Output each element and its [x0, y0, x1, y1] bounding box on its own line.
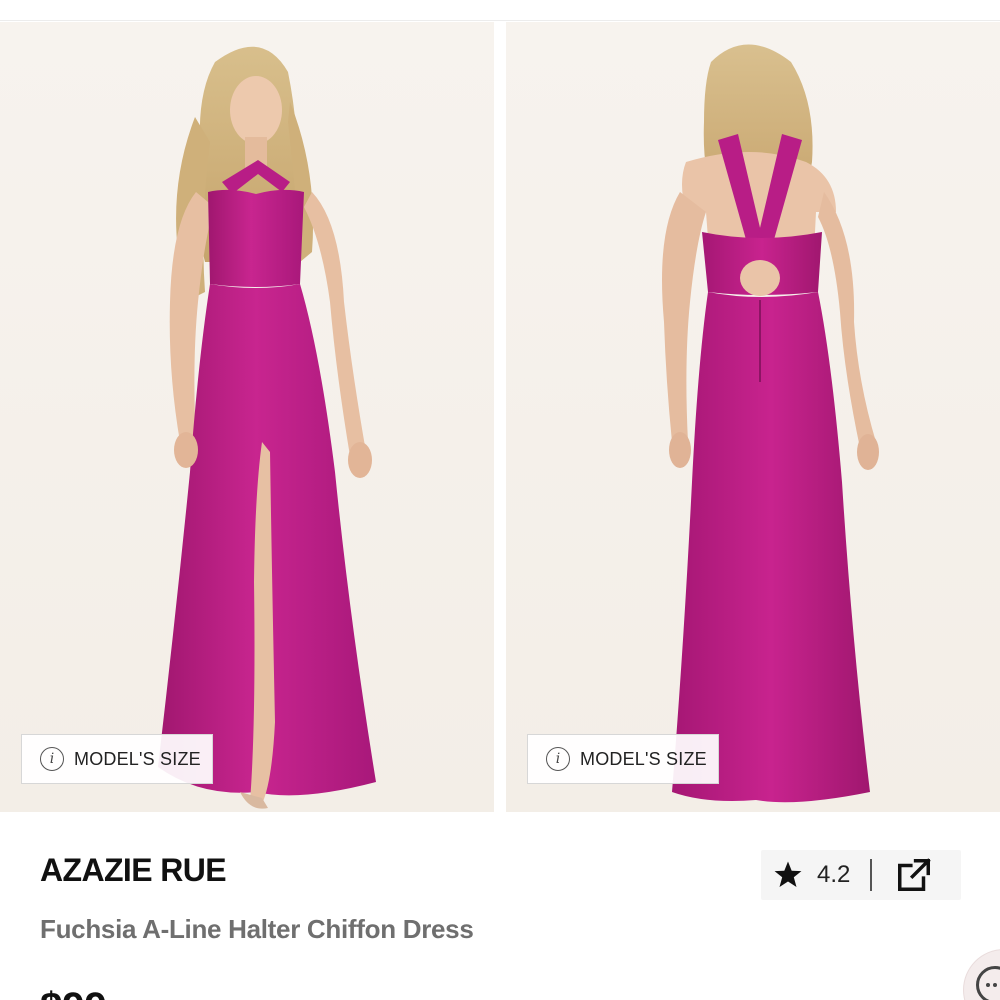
rating-divider: [870, 859, 873, 891]
brand-name: AZAZIE RUE: [40, 852, 227, 888]
share-icon[interactable]: [894, 855, 934, 895]
front-view-illustration: [158, 46, 376, 809]
product-price: $99: [40, 985, 107, 1000]
model-size-label: MODEL'S SIZE: [580, 748, 707, 769]
model-size-button[interactable]: i MODEL'S SIZE: [527, 734, 719, 784]
rating-value[interactable]: 4.2: [817, 861, 850, 889]
info-icon: i: [40, 747, 64, 771]
model-size-button[interactable]: i MODEL'S SIZE: [21, 734, 213, 784]
star-icon: [771, 858, 805, 892]
chat-button[interactable]: [964, 950, 1000, 1000]
image-gallery: i MODEL'S SIZE i MODEL'S SIZE: [0, 22, 1000, 812]
back-view-illustration: [662, 44, 879, 803]
chat-icon: [976, 966, 1000, 1000]
product-image-back[interactable]: i MODEL'S SIZE: [506, 22, 1000, 812]
top-divider: [0, 20, 1000, 21]
rating-share-bar: 4.2: [761, 850, 961, 900]
product-page: i MODEL'S SIZE i MODEL'S SIZE AZAZIE RUE…: [0, 0, 1000, 1000]
model-size-label: MODEL'S SIZE: [74, 748, 201, 769]
product-image-front[interactable]: i MODEL'S SIZE: [0, 22, 494, 812]
info-icon: i: [546, 747, 570, 771]
product-title: Fuchsia A-Line Halter Chiffon Dress: [40, 914, 474, 944]
